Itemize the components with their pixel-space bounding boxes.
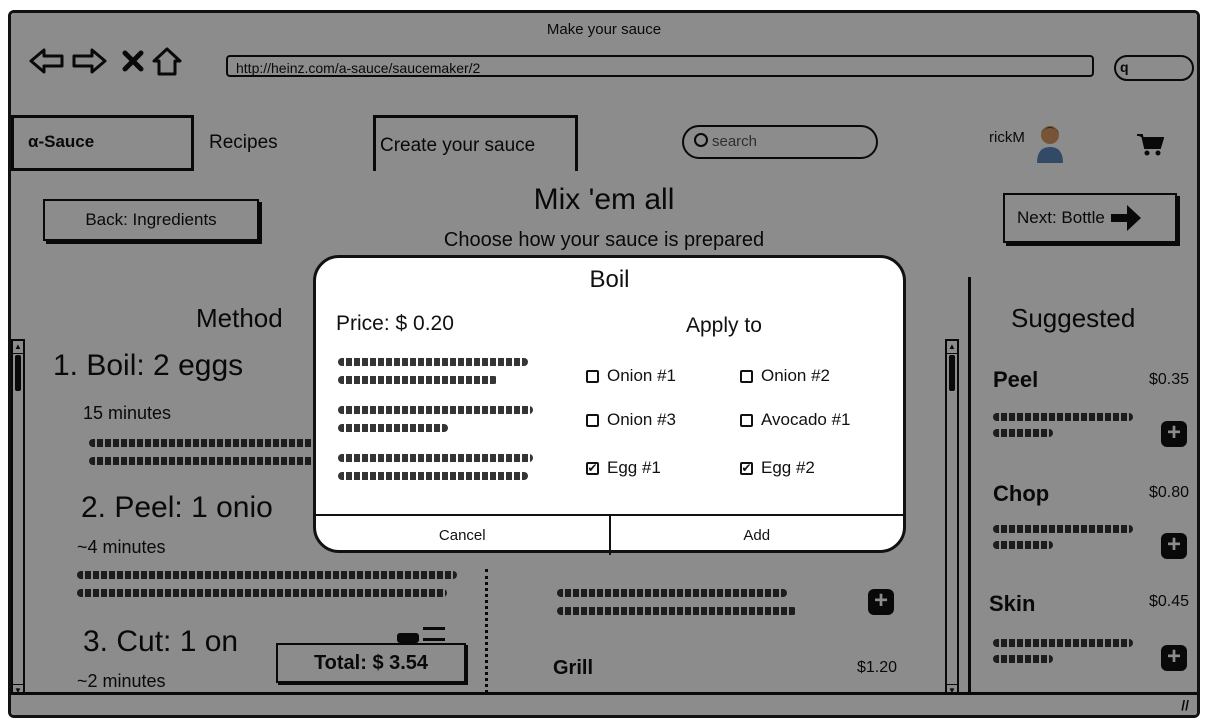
apply-to-label: Apply to — [686, 314, 762, 337]
option-onion-3[interactable]: Onion #3 — [586, 410, 676, 430]
option-label: Onion #2 — [761, 366, 830, 385]
cancel-button[interactable]: Cancel — [316, 516, 609, 555]
option-onion-1[interactable]: Onion #1 — [586, 366, 676, 386]
option-label: Egg #2 — [761, 458, 815, 477]
boil-dialog: Boil Price: $ 0.20 Apply to Onion #1 Oni… — [313, 255, 906, 555]
option-label: Avocado #1 — [761, 410, 851, 429]
checkbox-checked-icon[interactable]: ✔ — [586, 461, 599, 475]
dialog-notes — [338, 472, 528, 480]
checkbox[interactable] — [586, 369, 599, 383]
dialog-notes — [338, 406, 533, 414]
dialog-buttons: Cancel Add — [316, 514, 903, 555]
option-label: Onion #1 — [607, 366, 676, 385]
checkbox[interactable] — [740, 413, 753, 427]
dialog-price: Price: $ 0.20 — [336, 312, 454, 335]
option-label: Egg #1 — [607, 458, 661, 477]
option-egg-2[interactable]: ✔ Egg #2 — [740, 458, 815, 478]
dialog-notes — [338, 424, 448, 432]
option-onion-2[interactable]: Onion #2 — [740, 366, 830, 386]
option-egg-1[interactable]: ✔ Egg #1 — [586, 458, 661, 478]
dialog-notes — [338, 454, 533, 462]
option-avocado-1[interactable]: Avocado #1 — [740, 410, 850, 430]
dialog-notes — [338, 376, 498, 384]
dialog-title: Boil — [589, 266, 630, 293]
dialog-notes — [338, 358, 528, 366]
option-label: Onion #3 — [607, 410, 676, 429]
checkbox-checked-icon[interactable]: ✔ — [740, 461, 753, 475]
checkbox[interactable] — [740, 369, 753, 383]
add-button[interactable]: Add — [608, 516, 904, 555]
checkbox[interactable] — [586, 413, 599, 427]
